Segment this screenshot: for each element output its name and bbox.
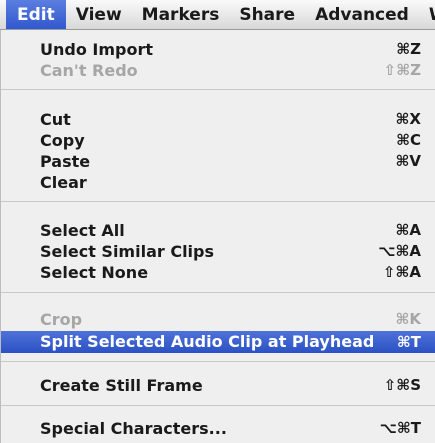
menu-share[interactable]: Share [229, 0, 305, 29]
menu-item-copy[interactable]: Copy ⌘C [1, 130, 435, 151]
shortcut: ⌘K [395, 310, 421, 328]
separator [1, 361, 435, 362]
menu-view[interactable]: View [66, 0, 132, 29]
menu-bar: Edit View Markers Share Advanced W [0, 0, 435, 30]
separator [1, 292, 435, 293]
menu-item-label: Select None [40, 263, 149, 282]
menu-item-undo-import[interactable]: Undo Import ⌘Z [1, 39, 435, 60]
menu-item-label: Create Still Frame [40, 376, 203, 395]
shortcut: ⇧⌘Z [383, 61, 421, 79]
menu-item-label: Crop [40, 310, 83, 329]
shortcut: ⌥⌘A [378, 242, 421, 260]
menu-item-split-selected-audio-clip[interactable]: Split Selected Audio Clip at Playhead ⌘T [1, 331, 435, 353]
menu-markers[interactable]: Markers [132, 0, 230, 29]
menu-item-label: Copy [40, 131, 85, 150]
separator [1, 89, 435, 90]
menu-item-label: Cut [40, 110, 71, 129]
menu-item-label: Paste [40, 152, 91, 171]
menu-item-label: Select Similar Clips [40, 242, 215, 261]
menu-item-label: Can't Redo [40, 61, 138, 80]
menu-item-label: Split Selected Audio Clip at Playhead [40, 332, 375, 351]
menu-window[interactable]: W [419, 0, 435, 29]
menu-item-select-none[interactable]: Select None ⇧⌘A [1, 262, 435, 283]
menu-edit[interactable]: Edit [6, 0, 66, 29]
menu-advanced[interactable]: Advanced [305, 0, 419, 29]
menu-item-crop: Crop ⌘K [1, 309, 435, 330]
menu-item-select-all[interactable]: Select All ⌘A [1, 220, 435, 241]
shortcut: ⇧⌘S [383, 376, 421, 394]
menu-item-label: Special Characters... [40, 419, 227, 438]
separator [1, 405, 435, 406]
menu-item-select-similar-clips[interactable]: Select Similar Clips ⌥⌘A [1, 241, 435, 262]
separator [1, 201, 435, 202]
shortcut: ⌥⌘T [379, 419, 421, 437]
menu-item-label: Select All [40, 221, 125, 240]
menu-item-cant-redo: Can't Redo ⇧⌘Z [1, 60, 435, 81]
shortcut: ⌘V [395, 152, 421, 170]
menu-item-paste[interactable]: Paste ⌘V [1, 151, 435, 172]
shortcut: ⌘C [396, 131, 421, 149]
shortcut: ⌘T [396, 333, 421, 351]
shortcut: ⌘X [395, 110, 421, 128]
menu-item-create-still-frame[interactable]: Create Still Frame ⇧⌘S [1, 375, 435, 396]
menu-item-label: Undo Import [40, 40, 154, 59]
menu-item-cut[interactable]: Cut ⌘X [1, 109, 435, 130]
shortcut: ⌘A [395, 221, 421, 239]
menu-item-special-characters[interactable]: Special Characters... ⌥⌘T [1, 418, 435, 439]
shortcut: ⌘Z [396, 40, 421, 58]
shortcut: ⇧⌘A [382, 263, 421, 281]
menu-item-clear[interactable]: Clear [1, 172, 435, 193]
edit-menu-dropdown: Undo Import ⌘Z Can't Redo ⇧⌘Z Cut ⌘X Cop… [0, 30, 435, 443]
menu-item-label: Clear [40, 173, 87, 192]
